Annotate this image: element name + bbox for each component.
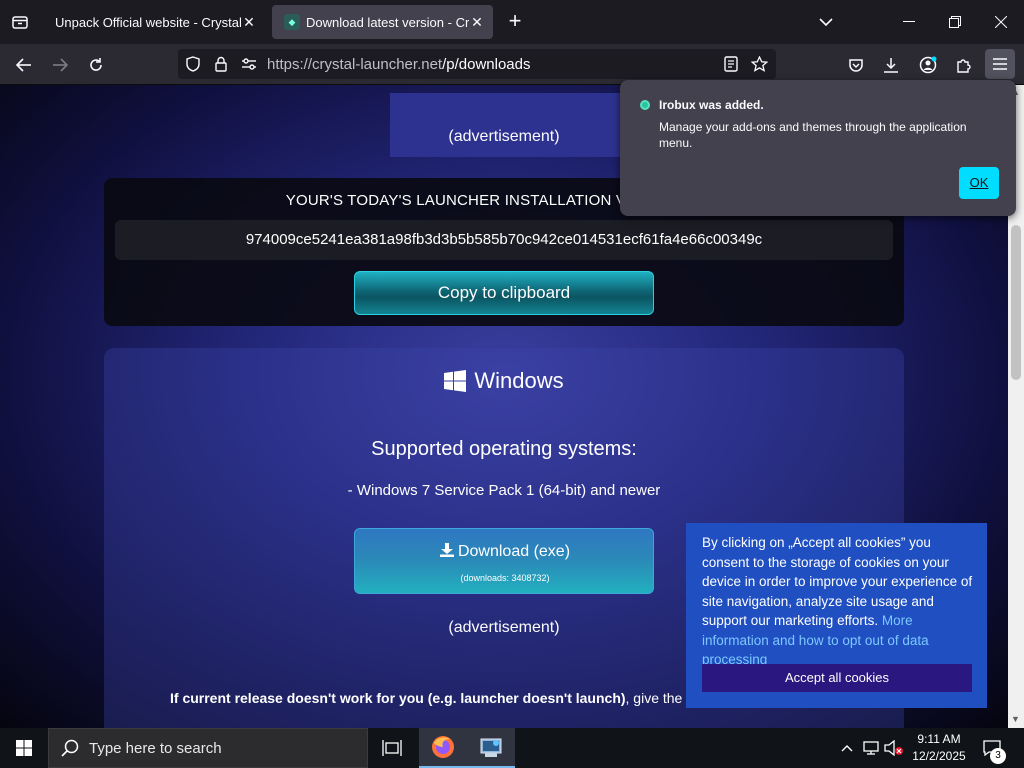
forward-button[interactable]	[46, 51, 74, 79]
notification-count-badge: 3	[990, 748, 1006, 764]
fallback-info-rest: , give the a	[625, 690, 695, 706]
navigation-toolbar: https://crystal-launcher.net/p/downloads	[0, 44, 1024, 85]
url-text: https://crystal-launcher.net/p/downloads	[267, 56, 531, 73]
installer-icon	[480, 738, 502, 757]
tab-list-icon[interactable]	[8, 8, 32, 36]
cookie-consent-banner: By clicking on „Accept all cookies” you …	[686, 523, 987, 708]
supported-os-item: - Windows 7 Service Pack 1 (64-bit) and …	[347, 482, 661, 499]
platform-heading: Windows	[104, 368, 904, 394]
reader-view-icon[interactable]	[722, 55, 740, 73]
addon-notification-body: Manage your add-ons and themes through t…	[659, 120, 967, 150]
installer-taskbar-button[interactable]	[467, 728, 515, 768]
restore-button[interactable]	[940, 8, 970, 36]
download-label-text: Download (exe)	[457, 543, 571, 560]
network-icon[interactable]	[861, 738, 881, 758]
close-window-button[interactable]	[986, 8, 1016, 36]
tab-unpack-official[interactable]: Unpack Official website - Crystal Launc …	[43, 5, 265, 39]
shield-icon[interactable]	[184, 55, 202, 73]
scrollbar-thumb[interactable]	[1011, 225, 1021, 380]
tab-download-latest[interactable]: ◆ Download latest version - Crystal ✕	[272, 5, 493, 39]
url-bar[interactable]: https://crystal-launcher.net/p/downloads	[178, 49, 776, 79]
windows-logo-icon	[444, 370, 467, 392]
permissions-icon[interactable]	[240, 55, 258, 73]
download-exe-button[interactable]: Download (exe) (downloads: 3408732)	[354, 528, 654, 594]
advertisement-label: (advertisement)	[448, 619, 560, 636]
search-placeholder: Type here to search	[89, 740, 222, 757]
minimize-button[interactable]	[894, 8, 924, 36]
close-icon[interactable]: ✕	[241, 14, 257, 30]
clock-time: 9:11 AM	[917, 732, 961, 746]
taskbar-search-input[interactable]: Type here to search	[48, 728, 368, 768]
fallback-info-text: If current release doesn't work for you …	[170, 690, 694, 706]
tab-title: Download latest version - Crystal	[306, 14, 469, 30]
downloads-icon[interactable]	[877, 51, 905, 79]
task-view-icon	[382, 740, 402, 756]
bookmark-star-icon[interactable]	[750, 55, 768, 73]
extensions-icon[interactable]	[950, 51, 978, 79]
account-icon[interactable]	[914, 51, 942, 79]
back-button[interactable]	[10, 51, 38, 79]
firefox-icon	[432, 736, 454, 758]
url-path: /p/downloads	[442, 56, 531, 73]
accept-all-cookies-button[interactable]: Accept all cookies	[702, 664, 972, 692]
chevron-down-icon[interactable]	[811, 8, 841, 36]
addon-notification-title: Irobux was added.	[659, 98, 764, 112]
new-tab-button[interactable]: +	[503, 9, 527, 35]
clock-date: 12/2/2025	[912, 749, 966, 763]
cookie-consent-message: By clicking on „Accept all cookies” you …	[702, 535, 973, 628]
close-icon[interactable]: ✕	[469, 14, 485, 30]
platform-name: Windows	[474, 368, 564, 393]
volume-muted-icon[interactable]	[884, 738, 904, 758]
download-count: (downloads: 3408732)	[460, 573, 550, 583]
chevron-up-icon[interactable]	[837, 738, 857, 758]
task-view-button[interactable]	[368, 728, 416, 768]
advertisement-label: (advertisement)	[448, 128, 560, 145]
verification-hash[interactable]: 974009ce5241ea381a98fb3d3b5b585b70c942ce…	[115, 220, 893, 260]
app-menu-button[interactable]	[985, 49, 1015, 79]
supported-os-title: Supported operating systems:	[371, 438, 637, 460]
windows-start-icon	[16, 740, 32, 756]
download-label: Download (exe)	[355, 543, 655, 561]
fallback-info-bold: If current release doesn't work for you …	[170, 690, 626, 706]
scroll-down-icon[interactable]: ▼	[1011, 714, 1020, 724]
url-host: https://crystal-launcher.net	[267, 56, 443, 73]
windows-taskbar: Type here to search 9:11 AM 12/2/2025 3	[0, 728, 1024, 768]
favicon-icon: ◆	[284, 14, 300, 30]
start-button[interactable]	[0, 728, 48, 768]
firefox-taskbar-button[interactable]	[419, 728, 467, 768]
tab-bar: Unpack Official website - Crystal Launc …	[0, 0, 1024, 44]
tab-title: Unpack Official website - Crystal Launc	[55, 14, 241, 30]
taskbar-clock[interactable]: 9:11 AM 12/2/2025	[906, 731, 972, 765]
addon-status-icon	[640, 100, 650, 110]
search-icon	[61, 739, 79, 762]
reload-button[interactable]	[82, 51, 110, 79]
lock-icon[interactable]	[212, 55, 230, 73]
download-icon	[439, 543, 454, 557]
pocket-icon[interactable]	[842, 51, 870, 79]
copy-to-clipboard-button[interactable]: Copy to clipboard	[354, 271, 654, 315]
addon-added-notification: Irobux was added. Manage your add-ons an…	[620, 80, 1016, 216]
ok-button[interactable]: OK	[959, 167, 999, 199]
cookie-consent-text: By clicking on „Accept all cookies” you …	[702, 533, 980, 670]
